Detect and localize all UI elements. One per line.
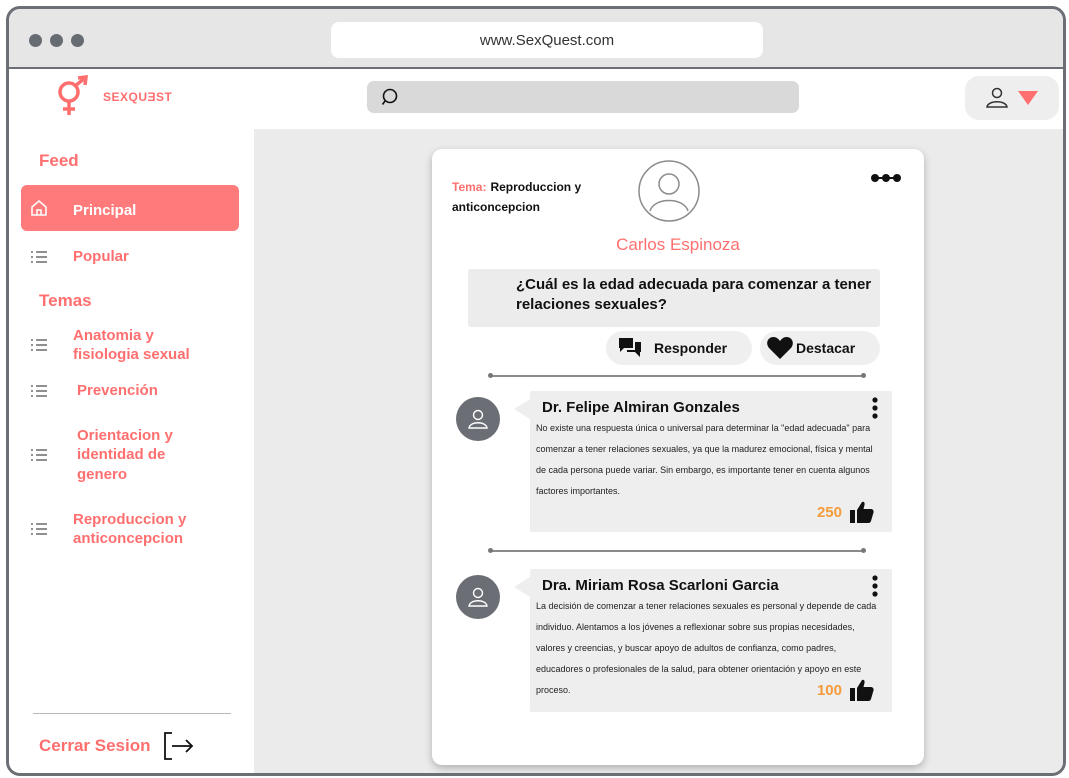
sidebar: Feed Principal Popular Temas Anatomia y …: [9, 129, 254, 773]
sidebar-item-label: Anatomia y fisiologia sexual: [73, 326, 190, 364]
sidebar-item-anatomia[interactable]: Anatomia y fisiologia sexual: [21, 323, 239, 367]
user-icon: [468, 587, 488, 607]
sidebar-divider: [33, 713, 231, 714]
sidebar-item-label: Orientacion y identidad de genero: [77, 426, 173, 483]
reply-label: Responder: [654, 340, 728, 356]
sidebar-item-label: Principal: [73, 202, 137, 220]
kebab-menu-icon[interactable]: [872, 397, 878, 419]
like-counter[interactable]: 250: [817, 501, 874, 523]
answer-item: Dra. Miriam Rosa Scarloni Garcia La deci…: [514, 569, 892, 712]
app-logo[interactable]: SEXQUƎST: [51, 75, 211, 117]
list-icon: [31, 251, 47, 263]
app-header: SEXQUƎST: [9, 69, 1063, 129]
avatar[interactable]: [456, 397, 500, 441]
answer-text: No existe una respuesta única o universa…: [536, 423, 873, 496]
post-topic-key: Tema:: [452, 180, 487, 194]
post-question: ¿Cuál es la edad adecuada para comenzar …: [468, 269, 880, 327]
main-content: Tema: Reproduccion y anticoncepcion Carlo…: [254, 129, 1063, 773]
post-card: Tema: Reproduccion y anticoncepcion Carlo…: [432, 149, 924, 765]
sidebar-item-orientacion[interactable]: Orientacion y identidad de genero: [21, 423, 239, 487]
user-icon: [986, 87, 1008, 108]
sidebar-item-label: Prevención: [77, 382, 158, 400]
window-maximize-dot[interactable]: [71, 34, 84, 47]
post-author[interactable]: Carlos Espinoza: [432, 235, 924, 255]
like-count: 100: [816, 681, 842, 699]
chat-bubbles-icon: [619, 338, 641, 357]
answer-item: Dr. Felipe Almiran Gonzales No existe un…: [514, 391, 892, 532]
sidebar-item-prevencion[interactable]: Prevención: [21, 379, 239, 403]
thumbs-up-icon: [850, 679, 874, 701]
list-icon: [31, 449, 47, 461]
post-topic[interactable]: Tema: Reproduccion y anticoncepcion: [452, 177, 602, 218]
heart-icon: [767, 337, 793, 359]
gender-symbols-icon: [58, 75, 89, 115]
sidebar-item-reproduccion[interactable]: Reproduccion y anticoncepcion: [21, 507, 239, 551]
avatar[interactable]: [456, 575, 500, 619]
window-minimize-dot[interactable]: [50, 34, 63, 47]
section-divider: [488, 548, 866, 553]
answer-author[interactable]: Dr. Felipe Almiran Gonzales: [536, 399, 880, 416]
highlight-button[interactable]: Destacar: [760, 331, 880, 365]
home-icon: [31, 200, 47, 216]
answer-author[interactable]: Dra. Miriam Rosa Scarloni Garcia: [536, 577, 880, 594]
browser-window: www.SexQuest.com SEXQUƎST Feed Principal…: [6, 6, 1066, 776]
sidebar-item-popular[interactable]: Popular: [21, 245, 239, 269]
logout-button[interactable]: Cerrar Sesion: [39, 731, 195, 761]
kebab-menu-icon[interactable]: [872, 575, 878, 597]
logo-text: SEXQUƎST: [103, 90, 173, 104]
logout-icon: [163, 732, 193, 760]
sidebar-item-principal[interactable]: Principal: [21, 185, 239, 231]
logout-label: Cerrar Sesion: [39, 736, 151, 755]
feed-section-title: Feed: [39, 151, 79, 170]
avatar[interactable]: [637, 159, 701, 223]
sidebar-item-label: Popular: [73, 248, 129, 266]
section-divider: [488, 373, 866, 378]
like-count: 250: [816, 503, 842, 521]
window-close-dot[interactable]: [29, 34, 42, 47]
temas-section-title: Temas: [39, 291, 92, 310]
search-input[interactable]: [367, 81, 799, 113]
address-url: www.SexQuest.com: [479, 31, 615, 49]
browser-titlebar: www.SexQuest.com: [9, 9, 1063, 69]
chevron-down-icon: [1018, 91, 1038, 105]
like-counter[interactable]: 100: [817, 679, 874, 701]
highlight-label: Destacar: [796, 340, 856, 356]
list-icon: [31, 523, 47, 535]
search-icon: [381, 88, 398, 105]
address-bar[interactable]: www.SexQuest.com: [331, 22, 763, 58]
more-options-icon[interactable]: [870, 173, 902, 183]
thumbs-up-icon: [850, 501, 874, 523]
reply-button[interactable]: Responder: [606, 331, 752, 365]
list-icon: [31, 339, 47, 351]
user-icon: [468, 409, 488, 429]
sidebar-item-label: Reproduccion y anticoncepcion: [73, 510, 187, 548]
list-icon: [31, 385, 47, 397]
user-menu-button[interactable]: [965, 76, 1059, 120]
